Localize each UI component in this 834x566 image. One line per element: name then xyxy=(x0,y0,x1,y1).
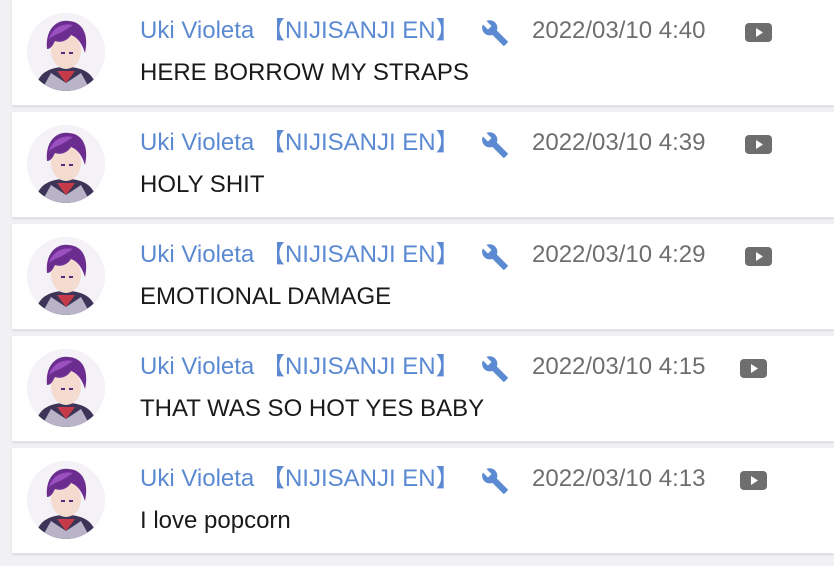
message-card[interactable]: Uki Violeta 【NIJISANJI EN】 2022/03/10 4:… xyxy=(12,0,834,106)
avatar-image xyxy=(27,461,105,539)
youtube-icon[interactable] xyxy=(745,135,772,154)
message-card[interactable]: Uki Violeta 【NIJISANJI EN】 2022/03/10 4:… xyxy=(12,224,834,330)
message-text: HERE BORROW MY STRAPS xyxy=(140,59,469,86)
author-name[interactable]: Uki Violeta 【NIJISANJI EN】 xyxy=(140,16,460,46)
avatar[interactable] xyxy=(27,13,105,91)
youtube-icon[interactable] xyxy=(740,359,767,378)
avatar-image xyxy=(27,125,105,203)
timestamp: 2022/03/10 4:29 xyxy=(532,241,706,268)
message-card[interactable]: Uki Violeta 【NIJISANJI EN】 2022/03/10 4:… xyxy=(12,112,834,218)
wrench-icon xyxy=(482,20,508,46)
timestamp: 2022/03/10 4:40 xyxy=(532,17,706,44)
author-name[interactable]: Uki Violeta 【NIJISANJI EN】 xyxy=(140,240,460,270)
author-name[interactable]: Uki Violeta 【NIJISANJI EN】 xyxy=(140,128,460,158)
message-card[interactable]: Uki Violeta 【NIJISANJI EN】 2022/03/10 4:… xyxy=(12,448,834,554)
youtube-icon[interactable] xyxy=(740,471,767,490)
author-name[interactable]: Uki Violeta 【NIJISANJI EN】 xyxy=(140,464,460,494)
timestamp: 2022/03/10 4:39 xyxy=(532,129,706,156)
avatar-image xyxy=(27,237,105,315)
wrench-icon xyxy=(482,132,508,158)
wrench-icon xyxy=(482,468,508,494)
message-text: EMOTIONAL DAMAGE xyxy=(140,283,392,310)
timestamp: 2022/03/10 4:15 xyxy=(532,353,706,380)
avatar-image xyxy=(27,13,105,91)
wrench-icon xyxy=(482,356,508,382)
youtube-icon[interactable] xyxy=(745,23,772,42)
message-text: HOLY SHIT xyxy=(140,171,265,198)
message-text: I love popcorn xyxy=(140,507,291,534)
avatar[interactable] xyxy=(27,237,105,315)
author-name[interactable]: Uki Violeta 【NIJISANJI EN】 xyxy=(140,352,460,382)
avatar[interactable] xyxy=(27,349,105,427)
message-text: THAT WAS SO HOT YES BABY xyxy=(140,395,485,422)
avatar-image xyxy=(27,349,105,427)
wrench-icon xyxy=(482,244,508,270)
message-feed: Uki Violeta 【NIJISANJI EN】 2022/03/10 4:… xyxy=(0,0,834,566)
avatar[interactable] xyxy=(27,125,105,203)
message-card[interactable]: Uki Violeta 【NIJISANJI EN】 2022/03/10 4:… xyxy=(12,336,834,442)
timestamp: 2022/03/10 4:13 xyxy=(532,465,706,492)
youtube-icon[interactable] xyxy=(745,247,772,266)
avatar[interactable] xyxy=(27,461,105,539)
